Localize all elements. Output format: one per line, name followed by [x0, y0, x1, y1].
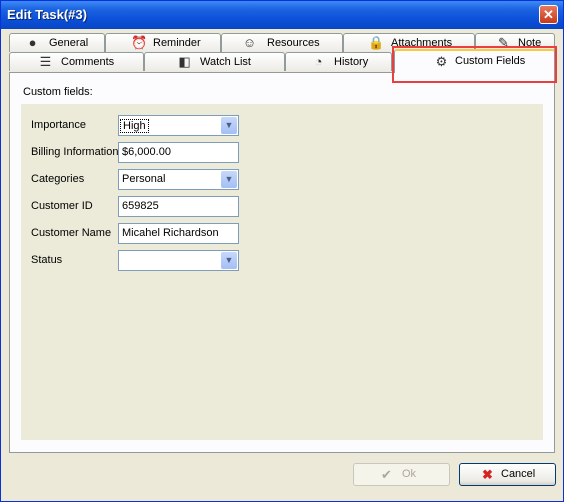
chevron-down-icon: ▼ [224, 120, 234, 130]
tab-comments[interactable]: ☰ Comments [9, 52, 144, 71]
status-label: Status [31, 254, 63, 266]
tab-reminder[interactable]: ⏰ Reminder [105, 33, 221, 52]
x-icon: ✖ [482, 467, 493, 482]
tab-label: General [49, 37, 89, 49]
importance-dropdown-button[interactable]: ▼ [221, 117, 237, 134]
categories-label: Categories [31, 173, 85, 185]
importance-value: High [120, 119, 149, 133]
note-icon: ✎ [498, 35, 509, 50]
customer-name-value: Micahel Richardson [122, 227, 219, 239]
customer-name-label: Customer Name [31, 227, 112, 239]
person-icon: ☺ [242, 35, 257, 50]
customer-name-input[interactable]: Micahel Richardson [118, 223, 239, 244]
tab-label: Watch List [200, 56, 251, 68]
tab-label: History [334, 56, 369, 68]
billing-information-label: Billing Information [31, 146, 119, 158]
ok-button[interactable]: ✔ Ok [353, 463, 450, 486]
history-icon: ◔ [314, 54, 323, 69]
tab-general[interactable]: ● General [9, 33, 105, 52]
globe-icon: ● [28, 35, 37, 50]
billing-information-input[interactable]: $6,000.00 [118, 142, 239, 163]
status-dropdown-button[interactable]: ▼ [221, 252, 237, 269]
close-button[interactable]: ✕ [539, 5, 558, 24]
tab-label: Reminder [153, 37, 201, 49]
customer-id-value: 659825 [122, 200, 159, 212]
customer-id-label: Customer ID [31, 200, 93, 212]
tab-history[interactable]: ◔ History [285, 52, 392, 71]
gear-icon: ⚙ [435, 54, 448, 69]
title-bar[interactable]: Edit Task(#3) ✕ [1, 1, 563, 29]
importance-select[interactable]: High ▼ [118, 115, 239, 136]
cancel-button[interactable]: ✖ Cancel [459, 463, 556, 486]
window-title: Edit Task(#3) [7, 7, 87, 22]
ok-button-label: Ok [402, 468, 417, 480]
tab-resources[interactable]: ☺ Resources [221, 33, 343, 52]
custom-fields-label: Custom fields: [23, 86, 93, 98]
chevron-down-icon: ▼ [224, 255, 234, 265]
categories-select[interactable]: Personal ▼ [118, 169, 239, 190]
checkmark-icon: ✔ [381, 467, 392, 482]
status-select[interactable]: ▼ [118, 250, 239, 271]
close-icon: ✕ [543, 7, 554, 22]
tab-label: Comments [61, 56, 115, 68]
cancel-button-label: Cancel [501, 468, 536, 480]
tab-label: Custom Fields [455, 55, 526, 67]
importance-label: Importance [31, 119, 87, 131]
edit-task-dialog: Edit Task(#3) ✕ ● General ⏰ Reminder ☺ R… [0, 0, 564, 502]
tab-custom-fields[interactable]: ⚙ Custom Fields [394, 49, 555, 73]
tab-label: Attachments [391, 37, 453, 49]
billing-information-value: $6,000.00 [122, 146, 171, 158]
categories-value: Personal [122, 173, 166, 185]
lock-icon: 🔒 [368, 35, 385, 50]
alarm-clock-icon: ⏰ [131, 35, 148, 50]
comments-icon: ☰ [39, 54, 52, 69]
categories-dropdown-button[interactable]: ▼ [221, 171, 237, 188]
tab-watch-list[interactable]: ◧ Watch List [144, 52, 285, 71]
customer-id-input[interactable]: 659825 [118, 196, 239, 217]
watch-list-icon: ◧ [178, 54, 191, 69]
chevron-down-icon: ▼ [224, 174, 234, 184]
tab-label: Resources [267, 37, 320, 49]
tab-label: Note [518, 37, 542, 49]
